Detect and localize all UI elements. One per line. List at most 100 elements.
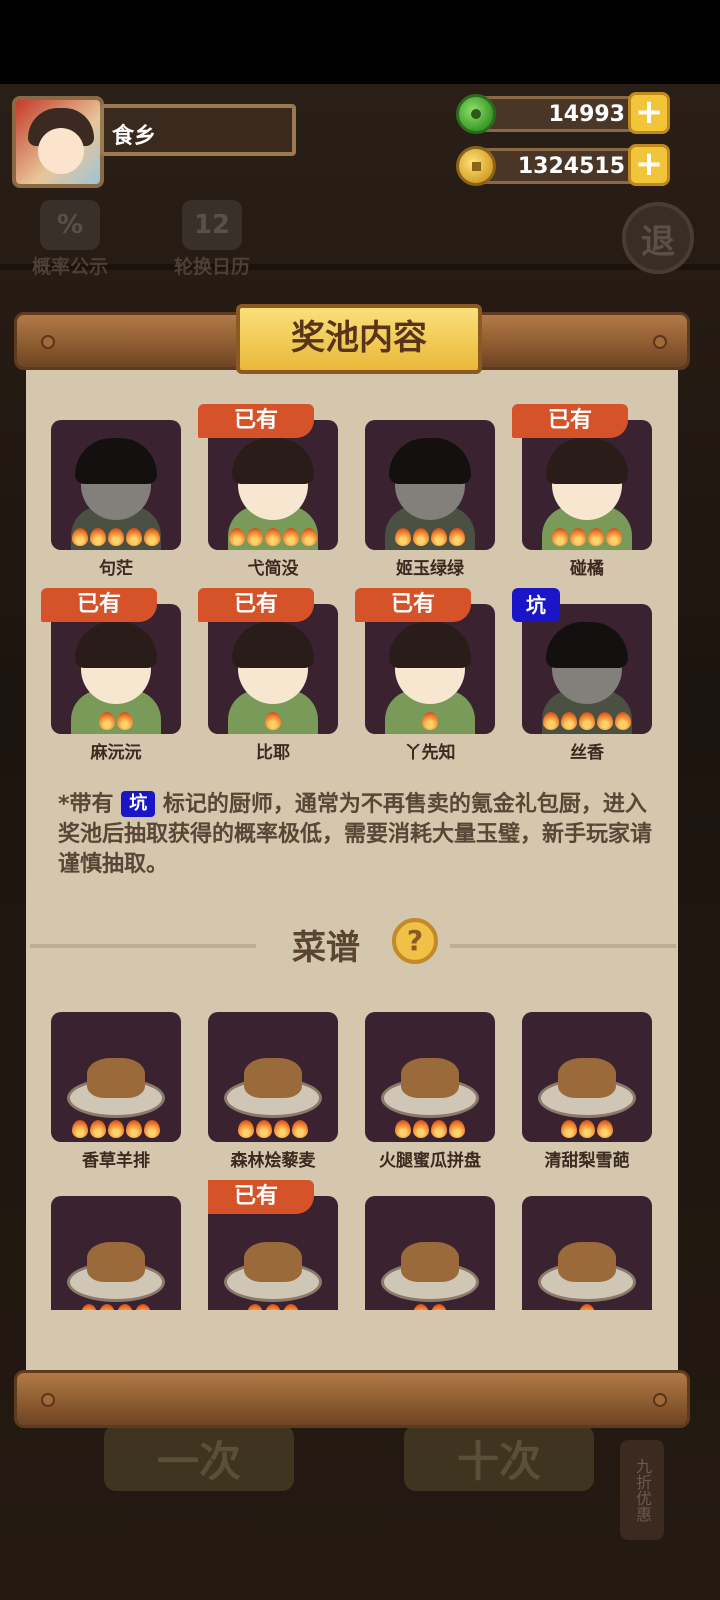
chef-hair [389,622,471,668]
flame-star-icon [561,1120,577,1138]
owned-badge: 已有 [208,1180,314,1214]
dish-food [87,1242,145,1282]
flame-star-icon [117,712,133,730]
dish-food [401,1242,459,1282]
owned-badge: 已有 [198,404,314,438]
flame-star-icon [108,528,124,546]
chef-portrait [365,604,495,734]
dish-food [558,1242,616,1282]
recipe-item[interactable]: 森林烩藜麦 [208,1012,338,1171]
avatar-face [38,128,84,174]
chef-item[interactable]: 坑丝香 [512,588,652,763]
flame-star-icon [99,712,115,730]
flame-star-icon [292,1120,308,1138]
nail [653,1393,667,1407]
star-rating [208,528,338,546]
probability-button[interactable]: % 概率公示 [22,200,118,279]
flame-star-icon [588,528,604,546]
chef-hair [232,438,314,484]
chef-portrait [208,604,338,734]
star-rating [522,1120,652,1138]
flame-star-icon [144,528,160,546]
chef-item[interactable]: 姬玉绿绿 [365,420,495,579]
flame-star-icon [256,1120,272,1138]
chef-item[interactable]: 已有 丫先知 [355,588,495,763]
recipe-image [365,1012,495,1142]
dish-food [558,1058,616,1098]
owned-badge: 已有 [512,404,628,438]
add-coins-button[interactable]: + [628,144,670,186]
jade-icon [456,94,496,134]
pit-inline-badge: 坑 [121,791,156,817]
chef-hair [75,622,157,668]
player-avatar[interactable] [12,96,104,188]
recipe-item[interactable] [522,1196,652,1310]
star-rating [522,712,652,730]
chef-hair [232,622,314,668]
flame-star-icon [615,712,631,730]
flame-star-icon [413,528,429,546]
divider-right [450,944,676,948]
flame-star-icon [90,528,106,546]
add-jade-button[interactable]: + [628,92,670,134]
chef-name: 比耶 [256,743,290,763]
flame-star-icon [229,528,245,546]
nail [41,335,55,349]
star-rating [51,712,181,730]
recipe-item[interactable] [365,1196,495,1310]
pit-badge: 坑 [512,588,560,622]
chef-name: 碰橘 [570,559,604,579]
flame-star-icon [265,712,281,730]
chef-portrait [208,420,338,550]
return-button[interactable]: 退 [622,202,694,274]
flame-star-icon [395,528,411,546]
dish-food [87,1058,145,1098]
chef-item[interactable]: 已有 弋简没 [198,404,338,579]
flame-star-icon [413,1120,429,1138]
recipe-image [365,1196,495,1310]
flame-star-icon [283,528,299,546]
flame-star-icon [597,712,613,730]
probability-label: 概率公示 [31,256,108,278]
flame-star-icon [449,528,465,546]
recipe-image [522,1196,652,1310]
chef-portrait [522,420,652,550]
chef-item[interactable]: 已有 比耶 [198,588,338,763]
chef-name: 丝香 [570,743,604,763]
recipe-item[interactable]: 香草羊排 [51,1012,181,1171]
flame-star-icon [606,528,622,546]
owned-badge: 已有 [41,588,157,622]
star-rating [365,1120,495,1138]
jade-amount: 14993 [478,96,638,132]
flame-star-icon [395,1120,411,1138]
flame-star-icon [543,712,559,730]
star-rating [522,528,652,546]
chef-portrait [522,604,652,734]
chef-item[interactable]: 句茫 [51,420,181,579]
chef-portrait [51,604,181,734]
recipe-image [51,1012,181,1142]
flame-star-icon [247,528,263,546]
recipe-name: 清甜梨雪葩 [544,1151,630,1171]
help-icon[interactable]: ? [392,918,438,964]
flame-star-icon [72,528,88,546]
dish-food [244,1058,302,1098]
recipe-item[interactable]: 清甜梨雪葩 [522,1012,652,1171]
discount-tag: 九折优惠 [620,1440,664,1540]
panel-bottom-rod[interactable] [14,1370,690,1428]
flame-star-icon [108,1120,124,1138]
flame-star-icon [431,528,447,546]
flame-star-icon [579,1120,595,1138]
chef-portrait [51,420,181,550]
chef-item[interactable]: 已有 麻沅沅 [41,588,181,763]
single-draw-button[interactable]: 一次 [104,1425,294,1491]
recipe-image [51,1196,181,1310]
calendar-button[interactable]: 12 轮换日历 [164,200,260,279]
recipe-item[interactable] [51,1196,181,1310]
chef-item[interactable]: 已有碰橘 [512,404,652,579]
recipe-item[interactable]: 火腿蜜瓜拼盘 [365,1012,495,1171]
ten-draw-button[interactable]: 十次 [404,1425,594,1491]
recipe-item[interactable]: 已有 [208,1180,338,1310]
calendar-icon: 12 [182,200,242,250]
dish-food [244,1242,302,1282]
